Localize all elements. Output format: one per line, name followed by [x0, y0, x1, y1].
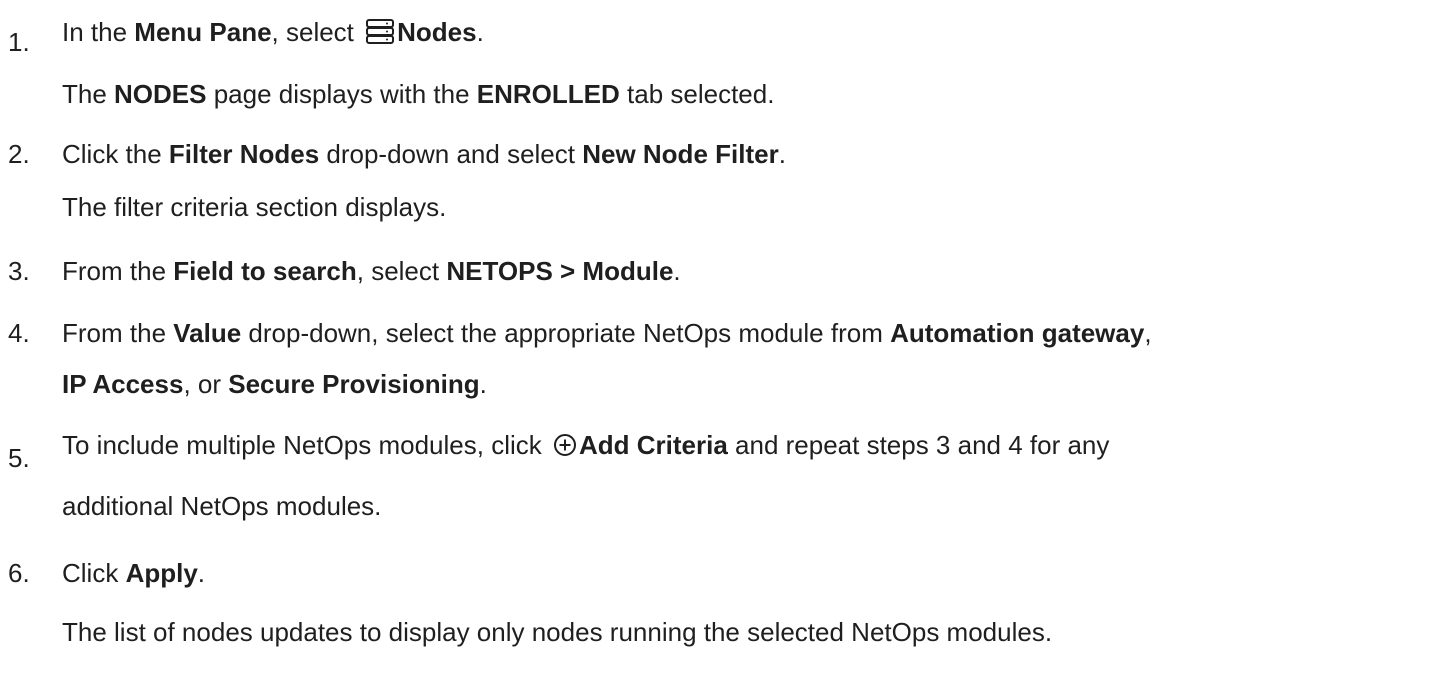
- enrolled-tab-term: ENROLLED: [476, 79, 620, 109]
- filter-nodes-term: Filter Nodes: [168, 139, 320, 169]
- text: and repeat steps 3 and 4 for any: [727, 430, 1110, 460]
- text: .: [197, 558, 206, 588]
- server-stack-icon: [365, 18, 395, 44]
- text: .: [479, 369, 487, 399]
- text: Click the: [62, 139, 169, 169]
- text: additional NetOps modules.: [62, 491, 382, 521]
- text: , or: [183, 369, 229, 399]
- text: ,: [1144, 318, 1152, 348]
- text: The filter criteria section displays.: [62, 192, 447, 222]
- step-number: 3.: [8, 256, 30, 286]
- step-number: 5.: [8, 443, 30, 473]
- text: page displays with the: [206, 79, 477, 109]
- text: tab selected.: [619, 79, 775, 109]
- apply-term: Apply: [125, 558, 198, 588]
- text: .: [476, 17, 484, 47]
- add-criteria-term: Add Criteria: [578, 430, 728, 460]
- step-3-line-1: From the Field to search, select NETOPS …: [62, 253, 681, 289]
- step-number: 1.: [8, 27, 30, 57]
- step-1-line-2: The NODES page displays with the ENROLLE…: [62, 76, 774, 112]
- menu-pane-term: Menu Pane: [134, 17, 272, 47]
- procedure-document: 1. In the Menu Pane, select Nodes. The N…: [0, 0, 1439, 687]
- nodes-term: Nodes: [397, 17, 477, 47]
- text: In the: [62, 17, 135, 47]
- step-2-line-1: Click the Filter Nodes drop-down and sel…: [62, 136, 786, 172]
- automation-gateway-term: Automation gateway: [890, 318, 1145, 348]
- text: The list of nodes updates to display onl…: [62, 617, 1053, 647]
- text: To include multiple NetOps modules, clic…: [62, 430, 549, 460]
- step-number: 6.: [8, 558, 30, 588]
- step-5-line-2: additional NetOps modules.: [62, 488, 381, 524]
- value-term: Value: [173, 318, 242, 348]
- new-node-filter-term: New Node Filter: [582, 139, 779, 169]
- text: , select: [271, 17, 362, 47]
- step-number: 2.: [8, 139, 30, 169]
- step-number: 4.: [8, 318, 30, 348]
- text: From the: [62, 318, 174, 348]
- step-6-line-1: Click Apply.: [62, 555, 205, 591]
- step-2-line-2: The filter criteria section displays.: [62, 189, 446, 225]
- step-4-line-1: From the Value drop-down, select the app…: [62, 315, 1152, 351]
- text: drop-down and select: [319, 139, 583, 169]
- text: drop-down, select the appropriate NetOps…: [241, 318, 891, 348]
- secure-provisioning-term: Secure Provisioning: [228, 369, 480, 399]
- step-1-line-1: In the Menu Pane, select Nodes.: [62, 14, 484, 50]
- add-circle-icon: [553, 433, 577, 457]
- nodes-page-term: NODES: [114, 79, 207, 109]
- netops-module-term: NETOPS > Module: [446, 256, 674, 286]
- text: From the: [62, 256, 174, 286]
- text: .: [778, 139, 786, 169]
- text: , select: [356, 256, 447, 286]
- step-6-line-2: The list of nodes updates to display onl…: [62, 614, 1052, 650]
- step-5-line-1: To include multiple NetOps modules, clic…: [62, 427, 1109, 463]
- text: .: [673, 256, 681, 286]
- text: Click: [62, 558, 126, 588]
- field-to-search-term: Field to search: [173, 256, 357, 286]
- step-4-line-2: IP Access, or Secure Provisioning.: [62, 366, 487, 402]
- ip-access-term: IP Access: [62, 369, 184, 399]
- text: The: [62, 79, 115, 109]
